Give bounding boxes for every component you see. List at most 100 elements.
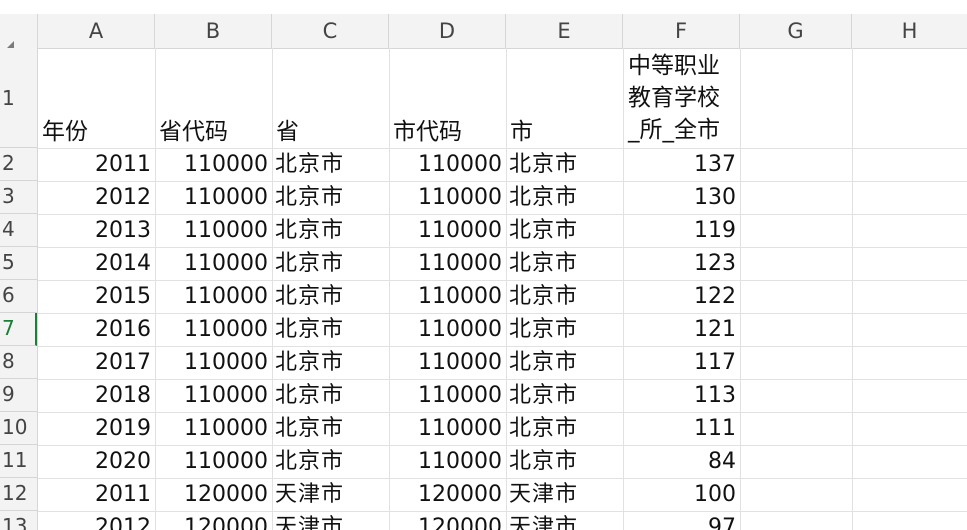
cell-city[interactable]: 北京市: [506, 148, 623, 181]
cell-city-code[interactable]: 110000: [389, 346, 506, 379]
cell-vocational-schools[interactable]: 117: [623, 346, 740, 379]
row-header-6[interactable]: 6: [0, 280, 37, 313]
cell-province[interactable]: 天津市: [272, 511, 389, 530]
header-cell-year[interactable]: 年份: [38, 116, 155, 148]
row-header-4[interactable]: 4: [0, 214, 37, 247]
cell-province-code[interactable]: 110000: [155, 280, 272, 313]
cell-city-code[interactable]: 110000: [389, 148, 506, 181]
cell-vocational-schools[interactable]: 113: [623, 379, 740, 412]
column-header-d[interactable]: D: [389, 14, 506, 48]
cell-province-code[interactable]: 120000: [155, 511, 272, 530]
row-header-7[interactable]: 7: [0, 313, 37, 346]
cell-city-code[interactable]: 110000: [389, 247, 506, 280]
cell-city[interactable]: 天津市: [506, 511, 623, 530]
cell-year[interactable]: 2012: [38, 181, 155, 214]
cell-province[interactable]: 北京市: [272, 214, 389, 247]
row-header-3[interactable]: 3: [0, 181, 37, 214]
cell-year[interactable]: 2014: [38, 247, 155, 280]
cell-province-code[interactable]: 110000: [155, 445, 272, 478]
cell-city[interactable]: 北京市: [506, 214, 623, 247]
cell-city-code[interactable]: 110000: [389, 181, 506, 214]
row-header-10[interactable]: 10: [0, 412, 37, 445]
cell-year[interactable]: 2013: [38, 214, 155, 247]
cell-province[interactable]: 天津市: [272, 478, 389, 511]
select-all-corner[interactable]: [0, 14, 38, 50]
cell-province-code[interactable]: 110000: [155, 313, 272, 346]
cell-vocational-schools[interactable]: 100: [623, 478, 740, 511]
row-header-11[interactable]: 11: [0, 445, 37, 478]
cell-province-code[interactable]: 110000: [155, 412, 272, 445]
cell-city[interactable]: 北京市: [506, 445, 623, 478]
cell-province-code[interactable]: 110000: [155, 346, 272, 379]
cell-city[interactable]: 北京市: [506, 379, 623, 412]
cell-city[interactable]: 北京市: [506, 412, 623, 445]
cell-city-code[interactable]: 110000: [389, 379, 506, 412]
column-header-e[interactable]: E: [506, 14, 623, 48]
cell-year[interactable]: 2020: [38, 445, 155, 478]
cell-city[interactable]: 北京市: [506, 346, 623, 379]
column-header-h[interactable]: H: [852, 14, 967, 48]
cell-province-code[interactable]: 110000: [155, 247, 272, 280]
cell-year[interactable]: 2018: [38, 379, 155, 412]
cell-province[interactable]: 北京市: [272, 181, 389, 214]
cell-vocational-schools[interactable]: 130: [623, 181, 740, 214]
header-cell-city[interactable]: 市: [506, 116, 623, 148]
cell-year[interactable]: 2017: [38, 346, 155, 379]
cell-city-code[interactable]: 110000: [389, 280, 506, 313]
row-header-5[interactable]: 5: [0, 247, 37, 280]
cell-city[interactable]: 北京市: [506, 313, 623, 346]
cell-vocational-schools[interactable]: 84: [623, 445, 740, 478]
cell-city-code[interactable]: 120000: [389, 478, 506, 511]
row-header-12[interactable]: 12: [0, 478, 37, 511]
cell-vocational-schools[interactable]: 119: [623, 214, 740, 247]
column-header-c[interactable]: C: [272, 14, 389, 48]
column-header-f[interactable]: F: [623, 14, 740, 48]
cell-province[interactable]: 北京市: [272, 412, 389, 445]
column-header-g[interactable]: G: [740, 14, 852, 48]
cell-year[interactable]: 2011: [38, 478, 155, 511]
cell-year[interactable]: 2016: [38, 313, 155, 346]
cell-province-code[interactable]: 110000: [155, 181, 272, 214]
cell-province-code[interactable]: 110000: [155, 214, 272, 247]
cell-city-code[interactable]: 110000: [389, 445, 506, 478]
spreadsheet[interactable]: A B C D E F G H 1 2 3 4 5 6 7 8 9 10 11 12 13 年份 省代码…: [0, 0, 967, 530]
cell-city-code[interactable]: 110000: [389, 412, 506, 445]
cell-province[interactable]: 北京市: [272, 247, 389, 280]
cell-year[interactable]: 2011: [38, 148, 155, 181]
row-header-2[interactable]: 2: [0, 148, 37, 181]
cell-city-code[interactable]: 120000: [389, 511, 506, 530]
cell-city[interactable]: 北京市: [506, 247, 623, 280]
cell-province[interactable]: 北京市: [272, 445, 389, 478]
cell-city[interactable]: 北京市: [506, 181, 623, 214]
cell-province[interactable]: 北京市: [272, 148, 389, 181]
cell-province-code[interactable]: 120000: [155, 478, 272, 511]
cell-vocational-schools[interactable]: 97: [623, 511, 740, 530]
header-cell-province[interactable]: 省: [272, 116, 389, 148]
header-cell-city-code[interactable]: 市代码: [389, 116, 506, 148]
header-cell-province-code[interactable]: 省代码: [155, 116, 272, 148]
cell-year[interactable]: 2015: [38, 280, 155, 313]
cell-vocational-schools[interactable]: 111: [623, 412, 740, 445]
cell-city[interactable]: 天津市: [506, 478, 623, 511]
cell-year[interactable]: 2012: [38, 511, 155, 530]
cell-city-code[interactable]: 110000: [389, 214, 506, 247]
cell-city-code[interactable]: 110000: [389, 313, 506, 346]
cell-province[interactable]: 北京市: [272, 280, 389, 313]
cell-province[interactable]: 北京市: [272, 346, 389, 379]
cell-city[interactable]: 北京市: [506, 280, 623, 313]
row-header-9[interactable]: 9: [0, 379, 37, 412]
cell-vocational-schools[interactable]: 137: [623, 148, 740, 181]
row-header-13[interactable]: 13: [0, 511, 37, 530]
header-cell-vocational-schools[interactable]: 中等职业 教育学校 _所_全市: [623, 50, 739, 146]
cell-province[interactable]: 北京市: [272, 313, 389, 346]
cell-vocational-schools[interactable]: 122: [623, 280, 740, 313]
row-header-8[interactable]: 8: [0, 346, 37, 379]
cell-province-code[interactable]: 110000: [155, 148, 272, 181]
column-header-a[interactable]: A: [38, 14, 155, 48]
row-header-1[interactable]: 1: [0, 48, 37, 148]
cell-province-code[interactable]: 110000: [155, 379, 272, 412]
column-header-b[interactable]: B: [155, 14, 272, 48]
cell-vocational-schools[interactable]: 123: [623, 247, 740, 280]
cell-vocational-schools[interactable]: 121: [623, 313, 740, 346]
cell-year[interactable]: 2019: [38, 412, 155, 445]
